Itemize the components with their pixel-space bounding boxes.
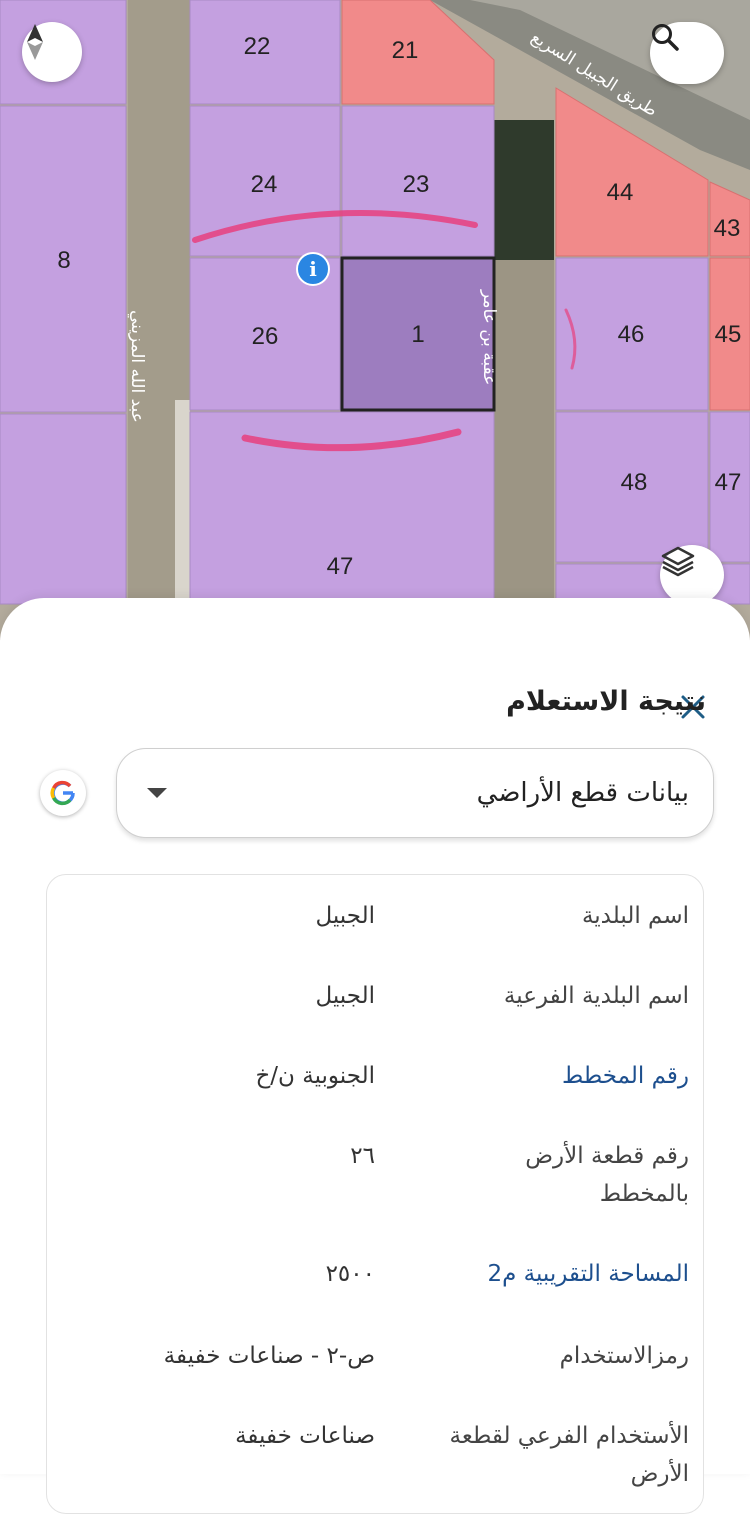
info-row-label: رمزالاستخدام bbox=[559, 1343, 689, 1369]
info-row-label: رقم قطعة الأرض بالمخطط bbox=[525, 1143, 689, 1207]
compass-icon bbox=[27, 24, 43, 60]
street-label-west: عبد الله المزيني bbox=[127, 310, 147, 423]
info-row-value: الجنوبية ن/خ bbox=[255, 1063, 375, 1089]
map-canvas[interactable]: 22 21 24 23 8 26 1 46 45 48 47 44 43 47 … bbox=[0, 0, 750, 640]
plot-label: 23 bbox=[403, 171, 430, 198]
info-row-value: الجبيل bbox=[315, 903, 375, 929]
plot-label: 47 bbox=[327, 553, 354, 580]
search-icon bbox=[652, 24, 679, 51]
data-type-dropdown[interactable]: بيانات قطع الأراضي bbox=[116, 748, 714, 838]
street-label-east: عقبة بن عامر bbox=[479, 289, 499, 385]
sheet-header: نتيجة الاستعلام bbox=[506, 686, 706, 717]
google-button[interactable] bbox=[40, 770, 86, 816]
plot-label: 43 bbox=[714, 215, 741, 242]
layers-button[interactable] bbox=[660, 545, 724, 605]
info-row-value: ٢٥٠٠ bbox=[325, 1261, 375, 1287]
info-row-label: الأستخدام الفرعي لقطعة الأرض bbox=[449, 1423, 689, 1487]
google-icon bbox=[50, 780, 75, 806]
chevron-down-icon bbox=[147, 788, 167, 798]
info-row-value: ص-٢ - صناعات خفيفة bbox=[163, 1343, 375, 1369]
parcel-info-card: اسم البلدية الجبيل اسم البلدية الفرعية ا… bbox=[46, 874, 704, 1514]
selected-plot-label: 1 bbox=[411, 321, 424, 348]
plot-label: 22 bbox=[244, 33, 271, 60]
plot-label: 24 bbox=[251, 171, 278, 198]
plot-label: 26 bbox=[252, 323, 279, 350]
plot-label: 8 bbox=[57, 247, 70, 274]
sheet-title: نتيجة الاستعلام bbox=[506, 686, 706, 717]
plot-label: 45 bbox=[715, 321, 742, 348]
info-row-label: رقم المخطط bbox=[562, 1063, 689, 1089]
dropdown-selected-value: بيانات قطع الأراضي bbox=[476, 778, 689, 808]
info-row-label: المساحة التقريبية م2 bbox=[487, 1261, 689, 1287]
layers-icon bbox=[661, 546, 695, 577]
info-row-label: اسم البلدية bbox=[581, 903, 689, 929]
plot-label: 21 bbox=[392, 37, 419, 64]
plot-label: 47 bbox=[715, 469, 742, 496]
info-icon[interactable]: i bbox=[296, 252, 330, 286]
plot-label: 46 bbox=[618, 321, 645, 348]
info-row-label: اسم البلدية الفرعية bbox=[503, 983, 689, 1009]
search-button[interactable] bbox=[650, 22, 724, 84]
map-view[interactable]: 22 21 24 23 8 26 1 46 45 48 47 44 43 47 … bbox=[0, 0, 750, 640]
compass-button[interactable] bbox=[22, 22, 82, 82]
info-row-value: صناعات خفيفة bbox=[235, 1423, 375, 1449]
info-row-value: الجبيل bbox=[315, 983, 375, 1009]
results-sheet: نتيجة الاستعلام بيانات قطع الأراضي اسم ا… bbox=[0, 598, 750, 1514]
plot-label: 44 bbox=[607, 179, 634, 206]
plot-label: 48 bbox=[621, 469, 648, 496]
info-row-value: ٢٦ bbox=[350, 1143, 375, 1169]
